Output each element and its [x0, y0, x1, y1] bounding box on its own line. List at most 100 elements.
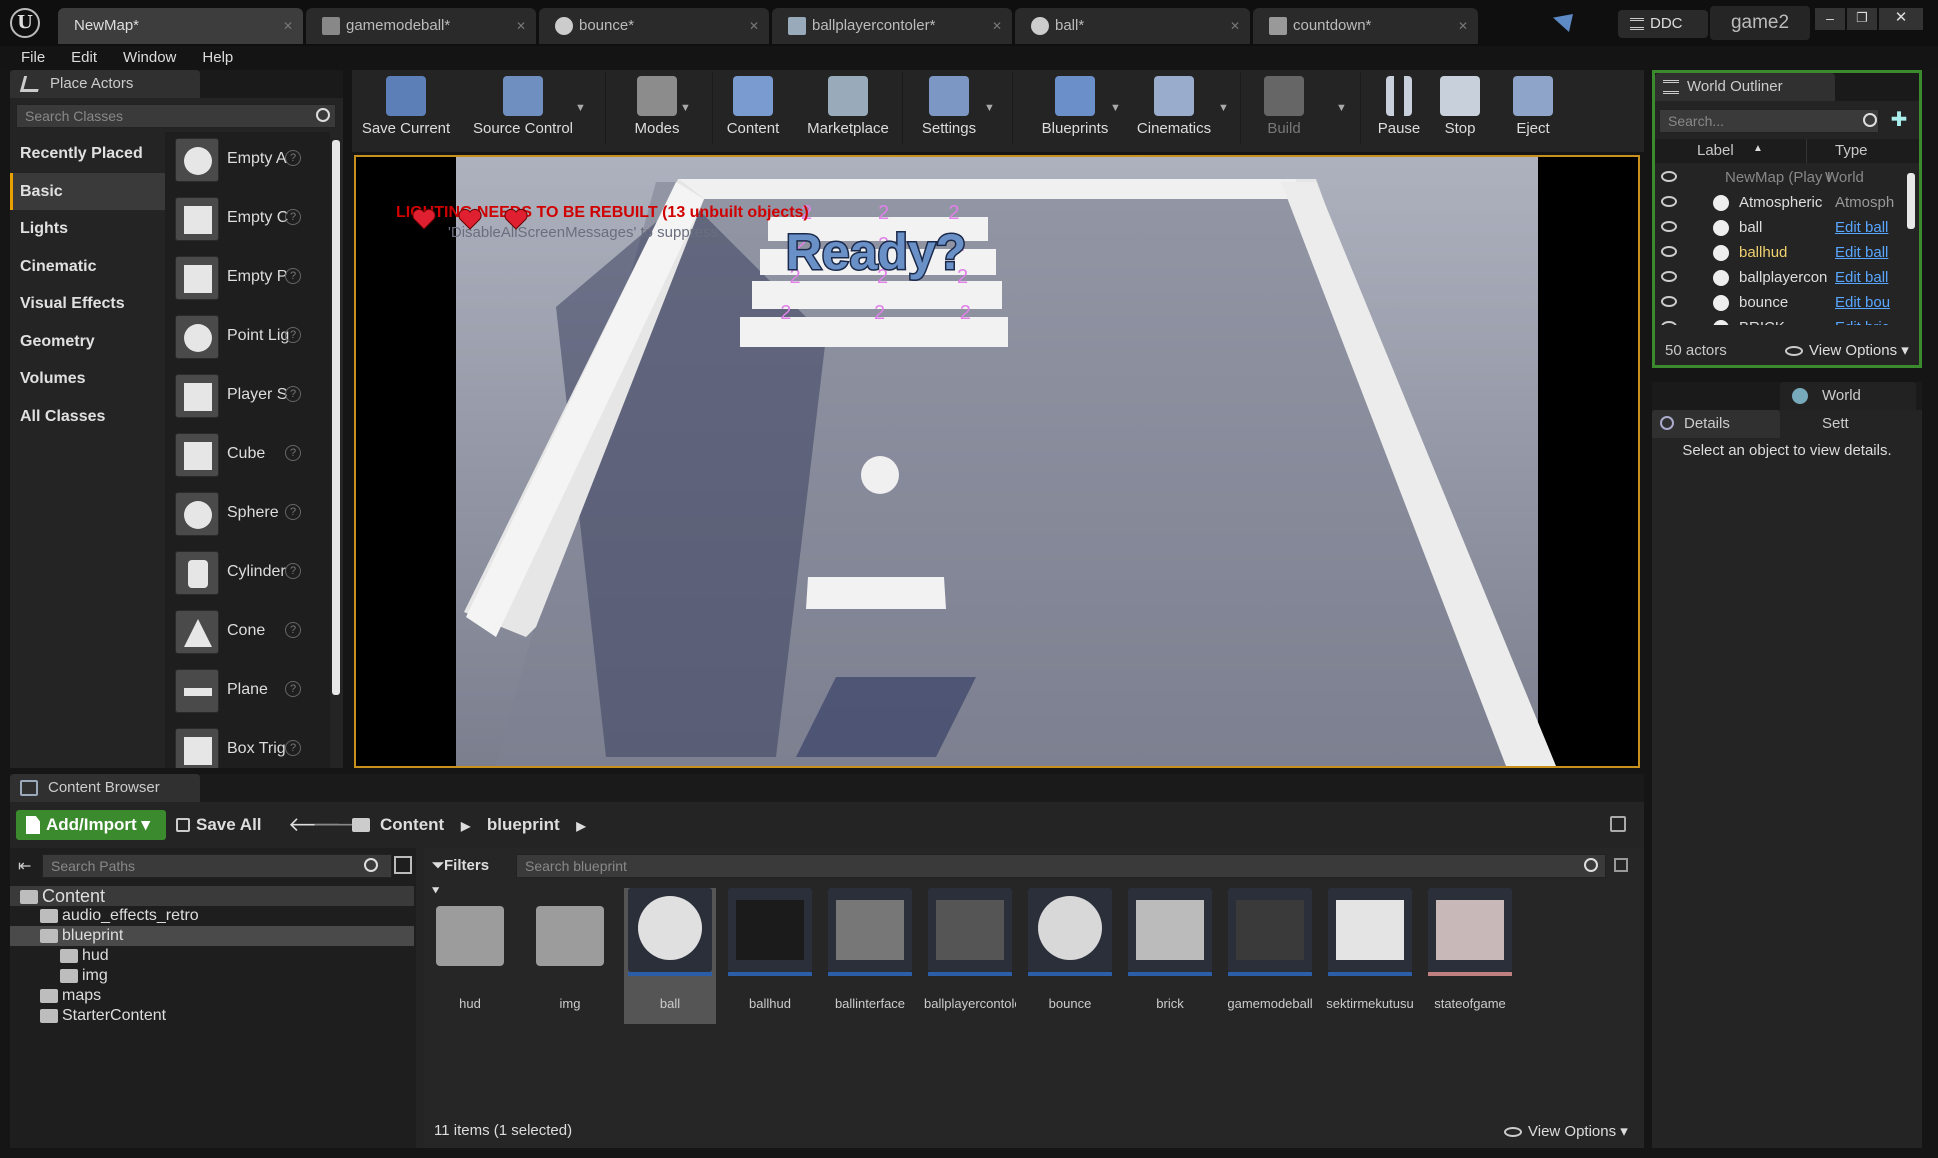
eye-icon[interactable]	[1661, 196, 1677, 207]
tab-details[interactable]: Details	[1652, 410, 1780, 438]
blueprints-dropdown-icon[interactable]: ▼	[1110, 102, 1121, 114]
help-icon[interactable]: ?	[285, 681, 301, 697]
settings-dropdown-icon[interactable]: ▼	[984, 102, 995, 114]
outliner-scrollbar[interactable]	[1907, 173, 1915, 229]
lock-icon[interactable]	[1610, 816, 1626, 832]
outliner-row[interactable]: BRICK Edit bric	[1655, 315, 1905, 325]
actor-item[interactable]: Cone?	[165, 604, 330, 663]
category-all-classes[interactable]: All Classes	[10, 398, 165, 436]
actor-item[interactable]: Cube?	[165, 427, 330, 486]
breadcrumb-blueprint[interactable]: blueprint	[487, 815, 560, 834]
help-icon[interactable]: ?	[285, 386, 301, 402]
save-search-icon[interactable]	[1614, 858, 1628, 872]
content-button[interactable]: Content	[718, 70, 788, 148]
menu-file[interactable]: File	[8, 46, 58, 70]
help-icon[interactable]: ?	[285, 268, 301, 284]
menu-help[interactable]: Help	[189, 46, 246, 70]
add-import-button[interactable]: Add/Import ▾	[16, 810, 166, 840]
asset-sektirmekutusu[interactable]: sektirmekutusu	[1324, 888, 1416, 1024]
outliner-row[interactable]: ball Edit ball	[1655, 215, 1905, 240]
actor-item[interactable]: Empty A?	[165, 132, 330, 191]
category-basic[interactable]: Basic	[10, 172, 165, 210]
category-cinematic[interactable]: Cinematic	[10, 248, 165, 286]
category-lights[interactable]: Lights	[10, 210, 165, 248]
tab-gamemodeball[interactable]: gamemodeball* ✕	[306, 8, 536, 44]
source-control-dropdown-icon[interactable]: ▼	[575, 102, 586, 114]
tab-newmap[interactable]: NewMap* ✕	[58, 8, 303, 44]
breadcrumb-content[interactable]: Content	[380, 815, 444, 834]
tab-bounce[interactable]: bounce* ✕	[539, 8, 769, 44]
actor-list-scrollbar[interactable]	[332, 140, 340, 695]
level-viewport[interactable]: 222222222222 LIGHTING NEEDS TO BE REBUIL…	[354, 155, 1640, 768]
folder-content[interactable]: Content	[10, 886, 414, 906]
search-classes-input[interactable]: Search Classes	[16, 104, 336, 128]
search-paths-input[interactable]: Search Paths	[42, 854, 392, 878]
outliner-row[interactable]: ballhud Edit ball	[1655, 240, 1905, 265]
asset-gamemodeball[interactable]: gamemodeball	[1224, 888, 1316, 1024]
actor-item[interactable]: Sphere?	[165, 486, 330, 545]
pause-button[interactable]: Pause	[1366, 70, 1432, 148]
help-icon[interactable]: ?	[285, 504, 301, 520]
actor-item[interactable]: Plane?	[165, 663, 330, 722]
eye-icon[interactable]	[1661, 221, 1677, 232]
help-icon[interactable]: ?	[285, 150, 301, 166]
outliner-row[interactable]: ballplayercon Edit ball	[1655, 265, 1905, 290]
actor-item[interactable]: Cylinder?	[165, 545, 330, 604]
close-icon[interactable]: ✕	[1458, 8, 1468, 44]
build-dropdown-icon[interactable]: ▼	[1336, 102, 1347, 114]
asset-ballhud[interactable]: ballhud	[724, 888, 816, 1024]
maximize-button[interactable]: ❐	[1847, 8, 1877, 30]
actor-item[interactable]: Player S?	[165, 368, 330, 427]
tab-world-outliner[interactable]: World Outliner	[1655, 73, 1835, 101]
actor-item[interactable]: Empty C?	[165, 191, 330, 250]
category-recently-placed[interactable]: Recently Placed	[10, 135, 165, 173]
actor-item[interactable]: Empty P?	[165, 250, 330, 309]
col-label[interactable]: Label	[1667, 139, 1807, 163]
folder-img[interactable]: img	[10, 966, 414, 986]
asset-brick[interactable]: brick	[1124, 888, 1216, 1024]
edit-blueprint-link[interactable]: Edit bric	[1835, 315, 1905, 325]
cb-view-options-button[interactable]: View Options ▾	[1504, 1122, 1628, 1140]
eye-icon[interactable]	[1661, 321, 1677, 325]
cinematics-dropdown-icon[interactable]: ▼	[1218, 102, 1229, 114]
settings-button[interactable]: Settings	[906, 70, 992, 148]
edit-blueprint-link[interactable]: Edit ball	[1835, 215, 1905, 240]
close-window-button[interactable]: ✕	[1879, 8, 1923, 30]
close-icon[interactable]: ✕	[516, 8, 526, 44]
menu-window[interactable]: Window	[110, 46, 189, 70]
asset-bounce[interactable]: bounce	[1024, 888, 1116, 1024]
asset-ball[interactable]: ball	[624, 888, 716, 1024]
save-current-button[interactable]: Save Current	[352, 70, 460, 148]
marketplace-button[interactable]: Marketplace	[788, 70, 908, 148]
minimize-button[interactable]: –	[1815, 8, 1845, 30]
feedback-icon[interactable]	[1553, 14, 1573, 32]
help-icon[interactable]: ?	[285, 740, 301, 756]
asset-ballinterface[interactable]: ballinterface	[824, 888, 916, 1024]
collapse-sources-icon[interactable]: ⇤	[18, 856, 31, 876]
menu-edit[interactable]: Edit	[58, 46, 110, 70]
tab-world-settings[interactable]: World Sett	[1780, 382, 1916, 432]
folder-maps[interactable]: maps	[10, 986, 414, 1006]
tab-countdown[interactable]: countdown* ✕	[1253, 8, 1478, 44]
category-volumes[interactable]: Volumes	[10, 360, 165, 398]
tab-content-browser[interactable]: Content Browser	[10, 774, 200, 802]
category-visual-effects[interactable]: Visual Effects	[10, 285, 165, 323]
ddc-button[interactable]: DDC	[1618, 10, 1708, 38]
folder-audio_effects_retro[interactable]: audio_effects_retro	[10, 906, 414, 926]
asset-stateofgame[interactable]: stateofgame	[1424, 888, 1516, 1024]
help-icon[interactable]: ?	[285, 445, 301, 461]
asset-ballplayercontoler[interactable]: ballplayercontoler	[924, 888, 1016, 1024]
col-type[interactable]: Type	[1835, 139, 1868, 163]
edit-blueprint-link[interactable]: Edit bou	[1835, 290, 1905, 315]
folder-blueprint[interactable]: blueprint	[10, 926, 414, 946]
help-icon[interactable]: ?	[285, 622, 301, 638]
eye-icon[interactable]	[1661, 296, 1677, 307]
source-control-button[interactable]: Source Control	[458, 70, 588, 148]
outliner-row[interactable]: Atmospheric Atmosph	[1655, 190, 1905, 215]
actor-item[interactable]: Box Trig?	[165, 722, 330, 768]
edit-blueprint-link[interactable]: Edit ball	[1835, 265, 1905, 290]
add-actor-icon[interactable]: ✚	[1887, 109, 1911, 133]
close-icon[interactable]: ✕	[749, 8, 759, 44]
help-icon[interactable]: ?	[285, 327, 301, 343]
eject-button[interactable]: Eject	[1492, 70, 1574, 148]
